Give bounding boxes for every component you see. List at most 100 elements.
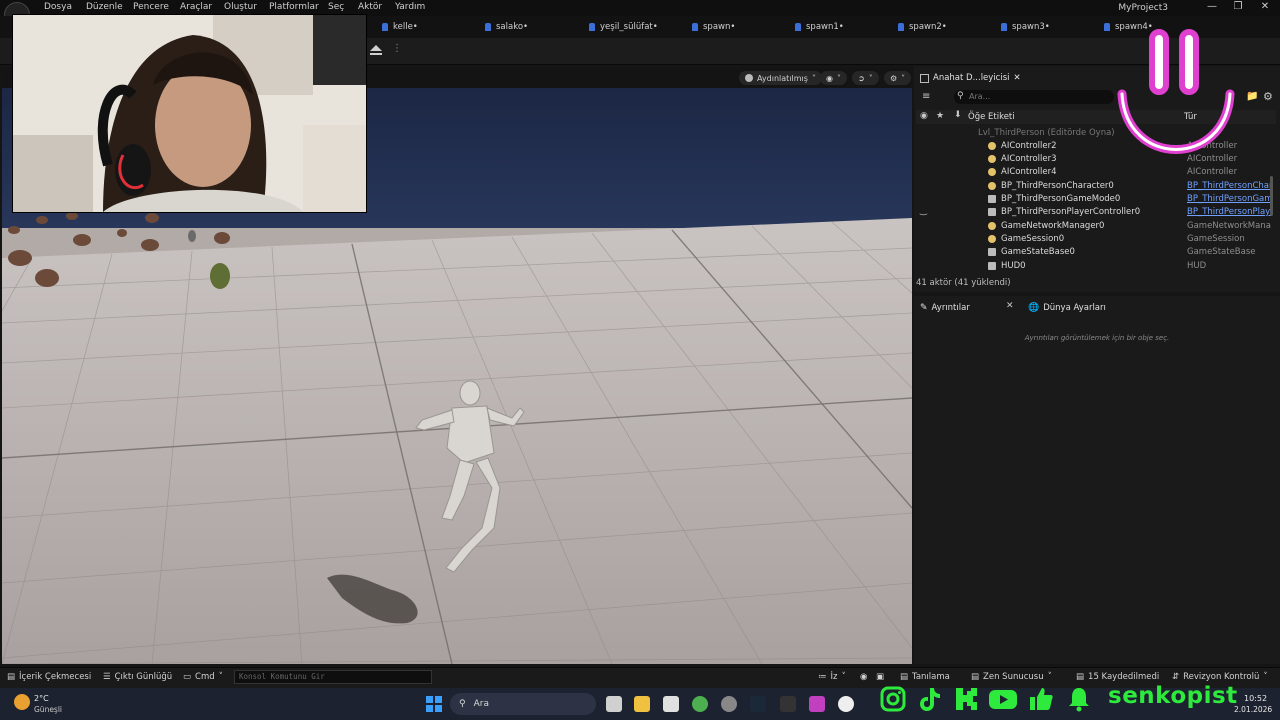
menu-select[interactable]: Seç bbox=[328, 2, 344, 12]
weather-icon[interactable] bbox=[14, 694, 30, 710]
terminal-icon: ▭ bbox=[183, 672, 192, 682]
tab-outliner[interactable]: Anahat D...leyicisi ✕ bbox=[920, 70, 1021, 86]
actor-icon bbox=[988, 235, 996, 243]
trace-dropdown[interactable]: ≔ İz ˅ bbox=[818, 672, 846, 682]
streamer-webcam-image bbox=[13, 15, 366, 212]
outliner-icon bbox=[920, 73, 929, 83]
log-icon: ☰ bbox=[103, 672, 111, 682]
smiley-logo-icon bbox=[1117, 29, 1235, 154]
actor-icon bbox=[988, 168, 996, 176]
menu-platforms[interactable]: Platformlar bbox=[269, 2, 319, 12]
menu-window[interactable]: Pencere bbox=[133, 2, 169, 12]
show-flags-button[interactable]: ◉ ˅ bbox=[820, 71, 847, 85]
close-tab-icon[interactable]: ✕ bbox=[1014, 73, 1021, 83]
details-panel: ✎ Ayrıntılar ✕ 🌐 Dünya Ayarları bbox=[914, 296, 1280, 664]
outliner-row[interactable]: GameNetworkManager0 GameNetworkManag bbox=[916, 220, 1272, 233]
store-icon[interactable] bbox=[663, 696, 679, 712]
blueprint-icon bbox=[1001, 23, 1007, 31]
star-icon[interactable]: ★ bbox=[936, 111, 944, 121]
outliner-row[interactable]: BP_ThirdPersonCharacter0 BP_ThirdPersonCh… bbox=[916, 180, 1272, 193]
tab-spawn2[interactable]: spawn2• bbox=[898, 20, 947, 34]
chrome-icon[interactable] bbox=[692, 696, 708, 712]
content-drawer-button[interactable]: ▤ İçerik Çekmecesi bbox=[7, 672, 91, 682]
file-explorer-icon[interactable] bbox=[634, 696, 650, 712]
menu-file[interactable]: Dosya bbox=[44, 2, 72, 12]
details-empty-message: Ayrıntıları görüntülemek için bir obje s… bbox=[1024, 334, 1170, 342]
column-item-label[interactable]: Öğe Etiketi bbox=[968, 112, 1015, 122]
tab-yesil-sulufat[interactable]: yeşil_sülüfat• bbox=[589, 20, 658, 34]
enemy-crowd bbox=[8, 212, 230, 289]
tab-world-settings[interactable]: 🌐 Dünya Ayarları bbox=[1028, 300, 1106, 316]
steam-icon[interactable] bbox=[750, 696, 766, 712]
lighting-mode-button[interactable]: Aydınlatılmış ˅ bbox=[739, 71, 822, 85]
search-icon: ⚲ bbox=[459, 699, 466, 709]
eject-icon[interactable] bbox=[369, 44, 383, 56]
add-folder-icon[interactable]: 📁 bbox=[1246, 91, 1258, 102]
tab-kelle[interactable]: kelle• bbox=[382, 20, 418, 34]
record-icon[interactable]: ◉ bbox=[860, 672, 867, 682]
gear-icon[interactable]: ⚙ bbox=[1263, 90, 1273, 103]
weather-temperature[interactable]: 2°C bbox=[34, 694, 49, 703]
minimize-icon[interactable]: — bbox=[1202, 1, 1222, 12]
chevron-down-icon: ˅ bbox=[218, 672, 223, 682]
outliner-row[interactable]: BP_ThirdPersonGameMode0 BP_ThirdPersonGam bbox=[916, 193, 1272, 206]
windows-start-icon[interactable] bbox=[426, 696, 442, 712]
camera-speed-button[interactable]: ➲ ˅ bbox=[852, 71, 879, 85]
bell-icon bbox=[1069, 688, 1089, 712]
cmd-dropdown[interactable]: ▭ Cmd ˅ bbox=[183, 672, 223, 682]
menu-edit[interactable]: Düzenle bbox=[86, 2, 123, 12]
visibility-eye-icon[interactable]: ◉ bbox=[920, 111, 928, 121]
menu-build[interactable]: Oluştur bbox=[224, 2, 257, 12]
viewport-settings-button[interactable]: ⚙ ˅ bbox=[884, 71, 912, 85]
app-icon[interactable] bbox=[809, 696, 825, 712]
webcam-overlay bbox=[12, 14, 367, 213]
actor-icon bbox=[988, 155, 996, 163]
project-title: MyProject3 bbox=[1118, 3, 1168, 13]
menu-actor[interactable]: Aktör bbox=[358, 2, 382, 12]
pin-icon[interactable]: ⬇ bbox=[954, 110, 962, 120]
controller-icon bbox=[988, 208, 996, 216]
tab-salako[interactable]: salako• bbox=[485, 20, 528, 34]
outliner-row[interactable]: AIController4 AIController bbox=[916, 166, 1272, 179]
tab-spawn3[interactable]: spawn3• bbox=[1001, 20, 1050, 34]
tab-spawn1[interactable]: spawn1• bbox=[795, 20, 844, 34]
hud-icon bbox=[988, 262, 996, 270]
outliner-row[interactable]: GameSession0 GameSession bbox=[916, 233, 1272, 246]
task-view-icon[interactable] bbox=[606, 696, 622, 712]
epic-games-icon[interactable] bbox=[780, 696, 796, 712]
toolbar-more-icon[interactable]: ⋮ bbox=[392, 43, 402, 54]
taskbar-search[interactable]: ⚲ Ara bbox=[450, 693, 596, 715]
outliner-search-input[interactable]: ⚲ Ara... bbox=[954, 90, 1114, 104]
output-log-button[interactable]: ☰ Çıktı Günlüğü bbox=[103, 672, 172, 682]
chevron-down-icon: ˅ bbox=[811, 73, 816, 83]
close-tab-icon[interactable]: ✕ bbox=[1006, 301, 1014, 311]
weather-text[interactable]: Güneşli bbox=[34, 705, 62, 714]
close-window-icon[interactable]: ✕ bbox=[1255, 1, 1275, 12]
menu-help[interactable]: Yardım bbox=[395, 2, 425, 12]
player-character bbox=[415, 380, 525, 573]
outliner-row[interactable]: GameStateBase0 GameStateBase bbox=[916, 246, 1272, 259]
unreal-engine-icon[interactable] bbox=[838, 696, 854, 712]
kick-icon bbox=[956, 688, 977, 710]
instagram-icon bbox=[880, 686, 906, 712]
outliner-scrollbar[interactable] bbox=[1270, 176, 1273, 216]
hidden-eye-icon[interactable]: ‿ bbox=[920, 206, 927, 216]
blueprint-icon bbox=[589, 23, 595, 31]
outliner-row[interactable]: HUD0 HUD bbox=[916, 260, 1272, 273]
outliner-row[interactable]: ‿ BP_ThirdPersonPlayerController0 BP_Third… bbox=[916, 206, 1272, 219]
blueprint-icon bbox=[1104, 23, 1110, 31]
brand-name: senkopist bbox=[1108, 683, 1238, 709]
tab-spawn[interactable]: spawn• bbox=[692, 20, 735, 34]
blueprint-icon bbox=[382, 23, 388, 31]
actor-icon bbox=[988, 142, 996, 150]
blueprint-icon bbox=[795, 23, 801, 31]
filter-icon[interactable]: ≡ bbox=[922, 91, 930, 102]
app-icon[interactable] bbox=[721, 696, 737, 712]
maximize-icon[interactable]: ❐ bbox=[1228, 1, 1248, 12]
blueprint-icon bbox=[485, 23, 491, 31]
console-command-input[interactable]: Konsol Komutunu Gir bbox=[234, 670, 432, 684]
blueprint-icon bbox=[898, 23, 904, 31]
tab-details[interactable]: ✎ Ayrıntılar bbox=[920, 300, 970, 316]
game-mode-icon bbox=[988, 195, 996, 203]
menu-tools[interactable]: Araçlar bbox=[180, 2, 212, 12]
